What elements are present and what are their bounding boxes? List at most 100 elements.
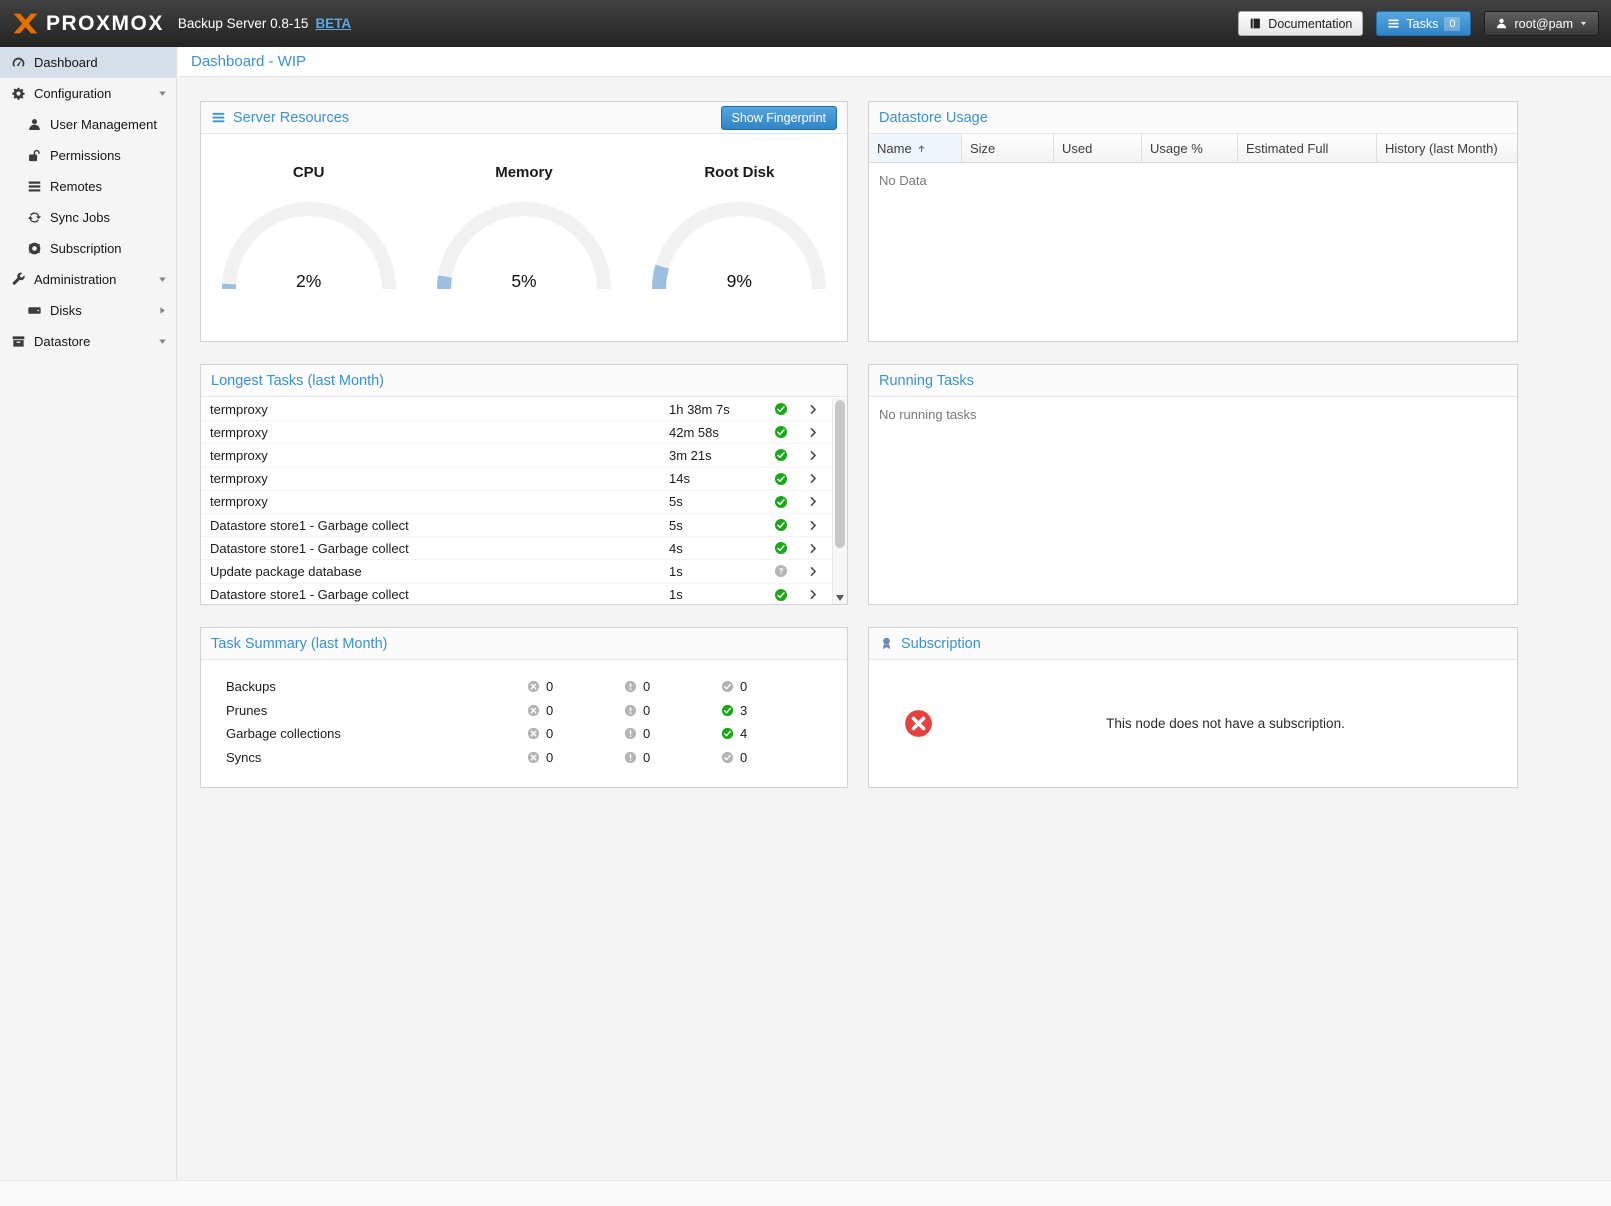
warning-count: 0 [643, 703, 650, 718]
tasks-button[interactable]: Tasks 0 [1376, 11, 1471, 36]
footer-bar [0, 1180, 1611, 1206]
task-row[interactable]: Update package database1s? [201, 560, 832, 583]
task-name: termproxy [210, 402, 669, 417]
gauge-title: CPU [293, 164, 325, 181]
column-header-used[interactable]: Used [1054, 134, 1142, 162]
task-row[interactable]: Datastore store1 - Garbage collect4s [201, 537, 832, 560]
task-open-button[interactable] [808, 588, 832, 601]
task-open-button[interactable] [808, 495, 832, 508]
sidebar-item-subscription[interactable]: Subscription [0, 233, 176, 264]
column-header-usage[interactable]: Usage % [1142, 134, 1238, 162]
column-label: Estimated Full [1246, 141, 1328, 156]
column-header-size[interactable]: Size [962, 134, 1054, 162]
user-icon [1495, 17, 1508, 30]
ok-count: 4 [740, 726, 747, 741]
task-open-button[interactable] [808, 542, 832, 555]
task-name: Datastore store1 - Garbage collect [210, 518, 669, 533]
sidebar-item-sync-jobs[interactable]: Sync Jobs [0, 202, 176, 233]
task-row[interactable]: Datastore store1 - Garbage collect1s [201, 584, 832, 605]
task-open-button[interactable] [808, 426, 832, 439]
task-summary-row[interactable]: Prunes003 [201, 699, 847, 723]
scrollbar-thumb[interactable] [835, 400, 845, 548]
warning-count: 0 [643, 750, 650, 765]
error-icon [527, 680, 540, 693]
task-open-button[interactable] [808, 449, 832, 462]
sidebar-item-label: Configuration [34, 86, 111, 101]
sidebar-item-dashboard[interactable]: Dashboard [0, 47, 176, 78]
sidebar-item-configuration[interactable]: Configuration [0, 78, 176, 109]
task-name: Datastore store1 - Garbage collect [210, 541, 669, 556]
ok-group: 4 [721, 726, 818, 741]
task-summary-row[interactable]: Garbage collections004 [201, 722, 847, 746]
chevron-right-icon [808, 588, 819, 601]
task-open-button[interactable] [808, 519, 832, 532]
user-menu-button[interactable]: root@pam [1484, 11, 1599, 36]
beta-link[interactable]: BETA [315, 16, 351, 31]
question-icon: ? [774, 564, 788, 578]
column-header-history-last-month[interactable]: History (last Month) [1377, 134, 1517, 162]
task-row[interactable]: termproxy5s [201, 491, 832, 514]
ok-icon [721, 680, 734, 693]
task-row[interactable]: termproxy1h 38m 7s [201, 398, 832, 421]
chevron-down-icon [1579, 19, 1588, 28]
subscription-title: Subscription [901, 636, 981, 652]
sidebar-item-permissions[interactable]: Permissions [0, 140, 176, 171]
error-icon [527, 727, 540, 740]
task-row[interactable]: termproxy14s [201, 468, 832, 491]
ok-count: 0 [740, 750, 747, 765]
column-label: Size [970, 141, 995, 156]
ok-icon [774, 472, 788, 486]
error-group: 0 [527, 750, 624, 765]
ok-count: 0 [740, 679, 747, 694]
sidebar-item-label: Administration [34, 272, 116, 287]
task-open-button[interactable] [808, 565, 832, 578]
documentation-button[interactable]: Documentation [1238, 11, 1363, 36]
support-icon [27, 241, 42, 256]
ok-icon [774, 448, 788, 462]
column-header-estimated-full[interactable]: Estimated Full [1238, 134, 1377, 162]
chevron-right-icon [808, 565, 819, 578]
ok-group: 3 [721, 703, 818, 718]
sidebar-item-label: Disks [50, 303, 82, 318]
task-duration: 1h 38m 7s [669, 402, 774, 417]
chevron-right-icon [808, 449, 819, 462]
task-row[interactable]: termproxy3m 21s [201, 444, 832, 467]
longest-tasks-title: Longest Tasks (last Month) [211, 373, 384, 389]
sidebar-item-disks[interactable]: Disks [0, 295, 176, 326]
column-label: Name [877, 141, 912, 156]
error-count: 0 [546, 679, 553, 694]
remotes-icon [27, 179, 42, 194]
task-summary-panel: Task Summary (last Month) Backups000Prun… [200, 627, 848, 788]
error-count: 0 [546, 726, 553, 741]
brand-text: PROXMOX [46, 12, 164, 36]
sidebar-item-user-management[interactable]: User Management [0, 109, 176, 140]
warning-icon [624, 751, 637, 764]
column-header-name[interactable]: Name [869, 134, 962, 162]
chevron-right-icon [808, 495, 819, 508]
sidebar-item-administration[interactable]: Administration [0, 264, 176, 295]
task-open-button[interactable] [808, 472, 832, 485]
server-resources-title: Server Resources [233, 110, 349, 126]
gauge-arc: 9% [646, 193, 832, 293]
task-duration: 1s [669, 587, 774, 602]
list-icon [211, 110, 226, 125]
sort-asc-icon [916, 143, 927, 154]
ok-icon [774, 541, 788, 555]
sidebar-item-remotes[interactable]: Remotes [0, 171, 176, 202]
sidebar-item-datastore[interactable]: Datastore [0, 326, 176, 357]
ok-count: 3 [740, 703, 747, 718]
task-open-button[interactable] [808, 403, 832, 416]
gauge-arc: 5% [431, 193, 617, 293]
column-label: Used [1062, 141, 1092, 156]
scrollbar-down-arrow[interactable] [836, 595, 844, 601]
task-row[interactable]: termproxy42m 58s [201, 421, 832, 444]
show-fingerprint-button[interactable]: Show Fingerprint [721, 106, 838, 130]
task-summary-row[interactable]: Syncs000 [201, 746, 847, 770]
task-list-icon [1387, 17, 1400, 30]
running-tasks-empty: No running tasks [869, 397, 1517, 432]
task-row[interactable]: Datastore store1 - Garbage collect5s [201, 514, 832, 537]
task-duration: 4s [669, 541, 774, 556]
task-summary-row[interactable]: Backups000 [201, 675, 847, 699]
ok-icon [721, 727, 734, 740]
gauge-root-disk: Root Disk9% [632, 164, 847, 293]
